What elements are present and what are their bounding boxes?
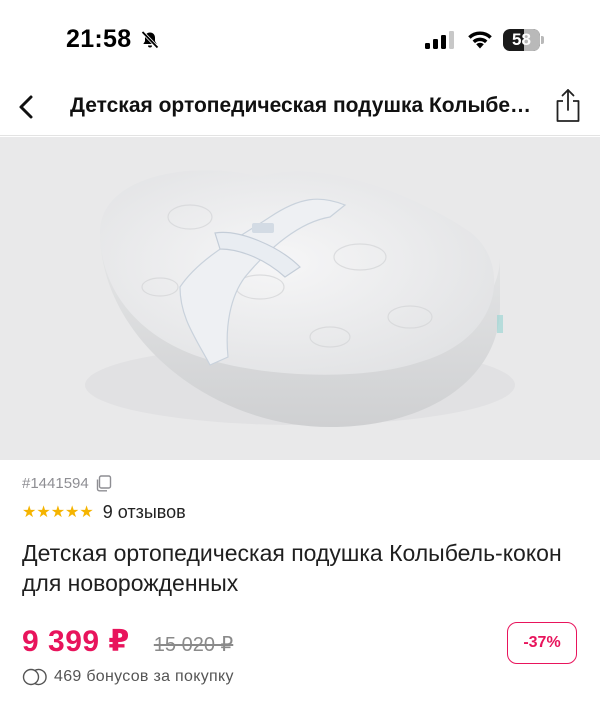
bonus-text: 469 бонусов за покупку <box>54 668 234 685</box>
battery-cap <box>541 36 544 44</box>
share-icon <box>556 89 580 122</box>
status-time: 21:58 <box>66 25 132 53</box>
discount-badge: -37% <box>507 622 577 664</box>
product-title: Детская ортопедическая подушка Колыбель-… <box>22 540 562 596</box>
share-button[interactable] <box>552 84 584 126</box>
current-price: 9 399 ₽ <box>22 625 130 658</box>
page-title: Детская ортопедическая подушка Колыбель-… <box>70 94 540 117</box>
copy-icon[interactable] <box>95 474 112 492</box>
product-sku: #1441594 <box>22 474 89 492</box>
old-price: 15 020 ₽ <box>153 634 234 656</box>
rating-stars: ★★★★★ <box>22 504 94 521</box>
cellular-signal-icon <box>425 31 454 49</box>
bonus-row: 469 бонусов за покупку <box>22 666 234 688</box>
sku-row: #1441594 <box>22 473 112 493</box>
bell-muted-icon <box>141 30 159 49</box>
product-info: #1441594 ★★★★★ 9 отзывов Детская ортопед… <box>0 460 600 721</box>
battery-indicator: 58 <box>503 29 544 51</box>
status-bar: 21:58 58 <box>0 0 600 80</box>
chevron-left-icon <box>19 95 33 119</box>
pillow-product-photo <box>85 170 515 427</box>
coins-icon <box>22 668 47 686</box>
price-row: 9 399 ₽ 15 020 ₽ <box>22 624 233 660</box>
battery-body: 58 <box>503 29 540 51</box>
wifi-icon <box>468 31 492 49</box>
rating-row[interactable]: ★★★★★ 9 отзывов <box>22 500 186 524</box>
product-image[interactable] <box>0 137 600 460</box>
back-button[interactable] <box>10 86 46 126</box>
battery-level-text: 58 <box>512 30 531 49</box>
navigation-bar: Детская ортопедическая подушка Колыбель-… <box>0 80 600 136</box>
reviews-link[interactable]: 9 отзывов <box>103 502 186 523</box>
